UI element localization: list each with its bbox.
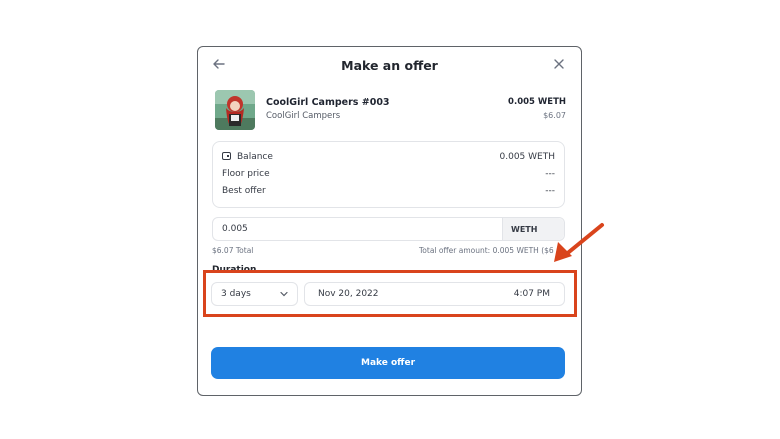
make-offer-button[interactable]: Make offer	[211, 347, 565, 379]
nft-thumbnail	[215, 90, 255, 130]
offer-amount-value[interactable]: 0.005	[222, 224, 248, 234]
collection-name: CoolGirl Campers	[266, 111, 341, 121]
offer-info-panel: Balance 0.005 WETH Floor price --- Best …	[212, 141, 565, 208]
best-offer-label: Best offer	[222, 186, 266, 196]
annotation-arrow-icon	[554, 223, 604, 262]
offer-amount-input[interactable]: 0.005 WETH	[212, 217, 565, 241]
modal-title: Make an offer	[341, 58, 438, 73]
balance-value: 0.005 WETH	[499, 152, 555, 162]
annotation-highlight-box	[203, 270, 577, 317]
close-icon[interactable]	[553, 58, 565, 70]
balance-label: Balance	[237, 152, 273, 162]
best-offer-row: Best offer ---	[222, 186, 555, 196]
floor-price-value: ---	[545, 169, 555, 179]
wallet-icon	[222, 152, 231, 160]
floor-price-label: Floor price	[222, 169, 270, 179]
nft-name: CoolGirl Campers #003	[266, 97, 390, 108]
nft-price-usd: $6.07	[543, 111, 566, 120]
total-usd: $6.07 Total	[212, 246, 254, 255]
best-offer-value: ---	[545, 186, 555, 196]
balance-row: Balance 0.005 WETH	[222, 152, 555, 162]
nft-price: 0.005 WETH	[508, 97, 566, 107]
floor-price-row: Floor price ---	[222, 169, 555, 179]
